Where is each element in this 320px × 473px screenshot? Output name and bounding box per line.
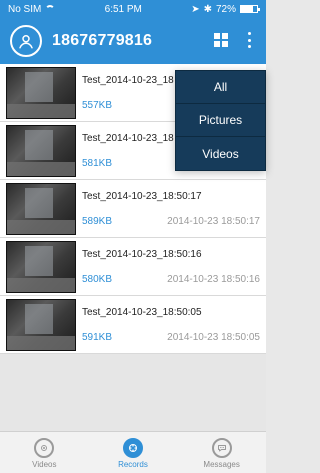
tab-messages[interactable]: Messages <box>187 438 257 469</box>
camera-icon-svg <box>41 445 48 451</box>
record-time: 2014-10-23 18:50:16 <box>167 274 260 285</box>
camera-icon <box>34 438 55 458</box>
record-info: Test_2014-10-23_18:50:17 589KB 2014-10-2… <box>82 180 266 237</box>
status-bar: No SIM 6:51 PM ➤ ✱ 72% <box>0 0 266 18</box>
record-size: 581KB <box>82 158 113 169</box>
record-size: 580KB <box>82 274 113 285</box>
tab-videos[interactable]: Videos <box>9 438 79 469</box>
record-name: Test_2014-10-23_18 <box>82 133 174 144</box>
record-name: Test_2014-10-23_18:50:17 <box>82 191 202 202</box>
avatar-button[interactable] <box>10 25 42 57</box>
grid-cell <box>222 41 228 47</box>
grid-cell <box>214 33 220 39</box>
tab-records[interactable]: Records <box>98 438 168 469</box>
app-header: 18676779816 <box>0 18 266 64</box>
record-info: Test_2014-10-23_18:50:05 591KB 2014-10-2… <box>82 296 266 353</box>
wifi-icon <box>45 5 56 13</box>
video-thumbnail[interactable] <box>6 241 76 293</box>
record-info: Test_2014-10-23_18:50:16 580KB 2014-10-2… <box>82 238 266 295</box>
list-item[interactable]: Test_2014-10-23_18:50:16 580KB 2014-10-2… <box>0 238 266 296</box>
video-thumbnail[interactable] <box>6 125 76 177</box>
record-size: 589KB <box>82 216 113 227</box>
record-name: Test_2014-10-23_18:50:05 <box>82 307 202 318</box>
dot <box>247 38 251 42</box>
status-left: No SIM <box>8 3 56 15</box>
battery-icon <box>239 5 260 13</box>
grid-cell <box>214 41 220 47</box>
status-right: ➤ ✱ 72% <box>191 3 260 15</box>
reel-icon <box>122 438 143 458</box>
menu-item-all[interactable]: All <box>176 71 265 104</box>
dot <box>247 45 251 48</box>
tab-label-messages: Messages <box>203 460 240 469</box>
tab-label-videos: Videos <box>32 460 57 469</box>
grid-view-icon[interactable] <box>214 33 228 47</box>
chat-icon-svg <box>217 445 226 452</box>
carrier-label: No SIM <box>8 3 42 15</box>
top-bar: No SIM 6:51 PM ➤ ✱ 72% 18676779816 <box>0 0 266 64</box>
account-title: 18676779816 <box>52 32 153 49</box>
status-time: 6:51 PM <box>104 3 142 15</box>
record-name: Test_2014-10-23_18:50:16 <box>82 249 202 260</box>
list-item[interactable]: Test_2014-10-23_18:50:17 589KB 2014-10-2… <box>0 180 266 238</box>
record-size: 557KB <box>82 100 113 111</box>
reel-icon-svg <box>128 444 137 452</box>
filter-dropdown-menu: All Pictures Videos <box>175 70 266 171</box>
list-item[interactable]: Test_2014-10-23_18:50:05 591KB 2014-10-2… <box>0 296 266 354</box>
location-icon: ➤ <box>191 3 200 15</box>
menu-item-pictures[interactable]: Pictures <box>176 104 265 137</box>
header-actions <box>214 32 252 48</box>
menu-item-videos[interactable]: Videos <box>176 137 265 170</box>
battery-fill <box>240 6 253 12</box>
record-time: 2014-10-23 18:50:17 <box>167 216 260 227</box>
video-thumbnail[interactable] <box>6 67 76 119</box>
video-thumbnail[interactable] <box>6 183 76 235</box>
record-time: 2014-10-23 18:50:05 <box>167 332 260 343</box>
chat-icon <box>211 438 232 458</box>
battery-percent: 72% <box>215 3 236 15</box>
record-size: 591KB <box>82 332 113 343</box>
video-thumbnail[interactable] <box>6 299 76 351</box>
bottom-tab-bar: Videos Records Messages <box>0 431 266 473</box>
more-menu-icon[interactable] <box>246 32 252 48</box>
avatar-icon <box>19 35 33 49</box>
record-name: Test_2014-10-23_18 <box>82 75 174 86</box>
dot <box>247 32 251 35</box>
grid-cell <box>222 33 228 39</box>
tab-label-records: Records <box>118 460 148 469</box>
bluetooth-icon: ✱ <box>203 3 212 15</box>
app-screen: No SIM 6:51 PM ➤ ✱ 72% 18676779816 Test_… <box>0 0 266 473</box>
